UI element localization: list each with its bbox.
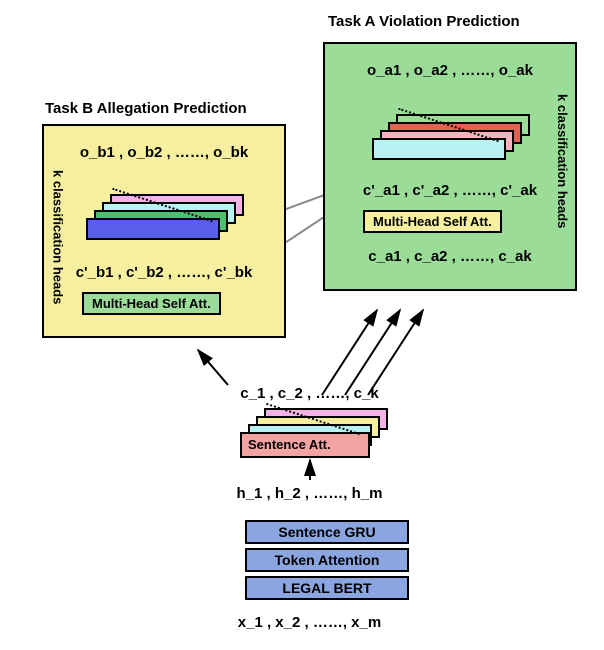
encoder-token-att: Token Attention [245, 548, 409, 572]
c-row: c_1 , c_2 , ……, c_k [222, 385, 397, 402]
task-b-mhsa: Multi-Head Self Att. [82, 292, 221, 315]
task-b-title: Task B Allegation Prediction [45, 100, 247, 117]
task-a-c: c_a1 , c_a2 , ……, c_ak [350, 248, 550, 265]
sentence-att-label: Sentence Att. [240, 432, 370, 458]
task-b-outputs: o_b1 , o_b2 , ……, o_bk [69, 144, 259, 161]
encoder-bert: LEGAL BERT [245, 576, 409, 600]
task-a-side-label: k classification heads [555, 94, 569, 228]
sentence-att-stack: Sentence Att. [238, 408, 408, 463]
task-b-cprime: c'_b1 , c'_b2 , ……, c'_bk [69, 264, 259, 281]
task-b-block: o_b1 , o_b2 , ……, o_bk k classification … [42, 124, 286, 338]
task-a-mhsa: Multi-Head Self Att. [363, 210, 502, 233]
task-b-side-label: k classification heads [50, 170, 64, 304]
h-row: h_1 , h_2 , ……, h_m [222, 485, 397, 502]
x-row: x_1 , x_2 , ……, x_m [222, 614, 397, 631]
encoder-gru: Sentence GRU [245, 520, 409, 544]
task-a-heads-stack [370, 114, 540, 164]
task-a-block: o_a1 , o_a2 , ……, o_ak k classification … [323, 42, 577, 291]
task-a-title: Task A Violation Prediction [328, 13, 520, 30]
task-b-heads-stack [84, 194, 254, 244]
task-a-outputs: o_a1 , o_a2 , ……, o_ak [355, 62, 545, 79]
task-a-cprime: c'_a1 , c'_a2 , ……, c'_ak [350, 182, 550, 199]
